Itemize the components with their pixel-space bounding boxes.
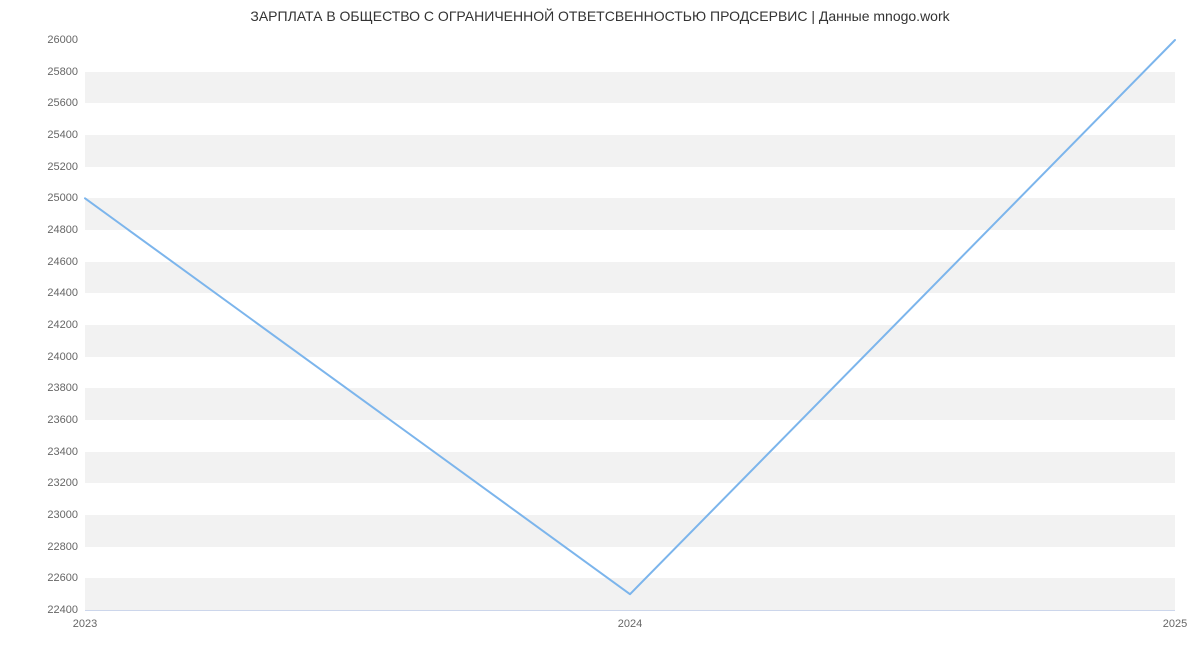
plot-area	[85, 40, 1175, 610]
y-tick-label: 24400	[8, 287, 78, 299]
chart-title: ЗАРПЛАТА В ОБЩЕСТВО С ОГРАНИЧЕННОЙ ОТВЕТ…	[0, 8, 1200, 24]
y-tick-label: 23400	[8, 446, 78, 458]
x-tick-label: 2025	[1163, 618, 1187, 630]
y-tick-label: 24800	[8, 224, 78, 236]
y-tick-label: 22600	[8, 572, 78, 584]
x-axis-line	[85, 610, 1175, 611]
x-tick-label: 2024	[618, 618, 642, 630]
y-tick-label: 23000	[8, 509, 78, 521]
y-tick-label: 25400	[8, 129, 78, 141]
series-line	[85, 40, 1175, 594]
y-tick-label: 24200	[8, 319, 78, 331]
x-tick-label: 2023	[73, 618, 97, 630]
y-tick-label: 25000	[8, 192, 78, 204]
y-tick-label: 25800	[8, 66, 78, 78]
line-series-svg	[85, 40, 1175, 610]
y-tick-label: 23800	[8, 382, 78, 394]
y-tick-label: 25600	[8, 97, 78, 109]
y-tick-label: 24600	[8, 256, 78, 268]
y-tick-label: 22400	[8, 604, 78, 616]
y-tick-label: 22800	[8, 541, 78, 553]
y-tick-label: 23200	[8, 477, 78, 489]
chart-container: ЗАРПЛАТА В ОБЩЕСТВО С ОГРАНИЧЕННОЙ ОТВЕТ…	[0, 0, 1200, 650]
y-tick-label: 25200	[8, 161, 78, 173]
y-tick-label: 23600	[8, 414, 78, 426]
y-tick-label: 26000	[8, 34, 78, 46]
y-tick-label: 24000	[8, 351, 78, 363]
